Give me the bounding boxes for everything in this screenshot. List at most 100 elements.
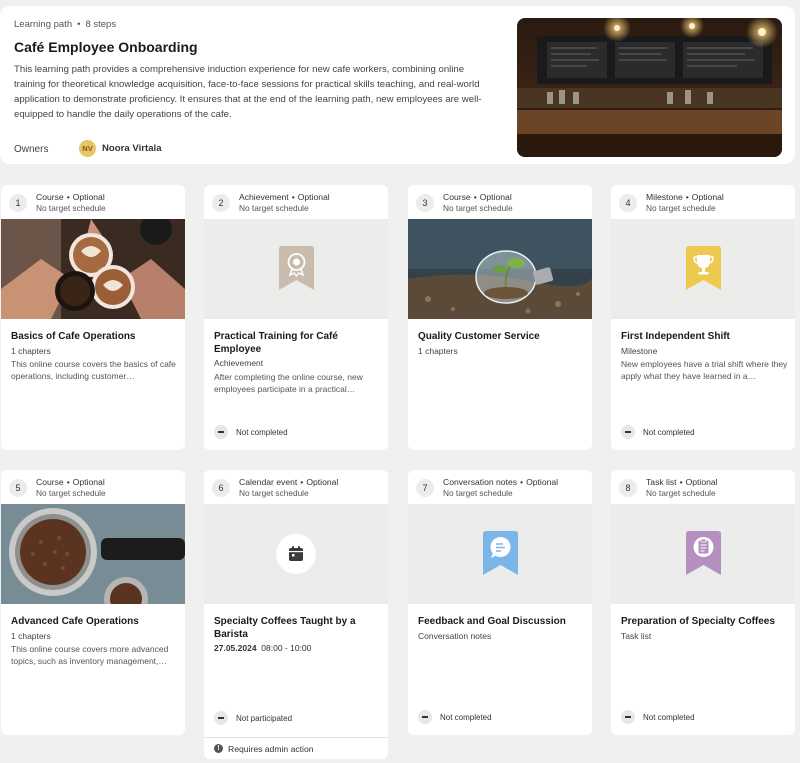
- target-schedule: No target schedule: [443, 488, 513, 498]
- step-card-2[interactable]: 2 Achievement • Optional No target schedul…: [204, 185, 388, 450]
- minus-icon: [214, 711, 228, 725]
- lightbulb-plant-image: [408, 219, 592, 319]
- admin-action-label: Requires admin action: [228, 743, 314, 754]
- checklist-icon: [686, 531, 721, 575]
- status-label: Not completed: [643, 427, 695, 437]
- calendar-event-area: [204, 504, 388, 604]
- cafe-interior-image: [517, 18, 782, 157]
- step-card-header: 8 Task list • Optional No target schedule: [611, 470, 795, 504]
- step-number: 1: [9, 194, 27, 212]
- target-schedule: No target schedule: [36, 488, 106, 498]
- optional-label: Optional: [306, 477, 339, 487]
- calendar-icon: [289, 546, 303, 561]
- target-schedule: No target schedule: [646, 203, 716, 213]
- step-card-4[interactable]: 4 Milestone • Optional No target schedule …: [611, 185, 795, 450]
- status-label: Not completed: [440, 712, 492, 722]
- target-schedule: No target schedule: [443, 203, 513, 213]
- optional-label: Optional: [297, 192, 330, 202]
- optional-label: Optional: [72, 477, 105, 487]
- award-icon: [279, 246, 314, 290]
- event-time: 08:00 - 10:00: [261, 643, 312, 653]
- step-card-header: 1 Course • Optional No target schedule: [1, 185, 185, 219]
- step-subtitle: 1 chapters: [418, 346, 458, 356]
- step-number: 3: [416, 194, 434, 212]
- portafilter-image: [1, 504, 185, 604]
- step-title: First Independent Shift: [621, 331, 730, 342]
- step-subtitle: 1 chapters: [11, 346, 51, 356]
- step-type: Achievement: [239, 192, 289, 202]
- step-card-header: 6 Calendar event • Optional No target sche…: [204, 470, 388, 504]
- step-title: Advanced Cafe Operations: [11, 616, 139, 627]
- step-subtitle: Task list: [621, 631, 652, 641]
- optional-label: Optional: [685, 477, 718, 487]
- step-card-6[interactable]: 6 Calendar event • Optional No target sche…: [204, 470, 388, 737]
- step-description: This online course covers the basics of …: [11, 359, 176, 381]
- step-number: 7: [416, 479, 434, 497]
- step-type: Course: [443, 192, 471, 202]
- step-type: Task list: [646, 477, 677, 487]
- step-subtitle: Milestone: [621, 346, 658, 356]
- step-subtitle: Conversation notes: [418, 631, 492, 641]
- learning-path-description: This learning path provides a comprehens…: [14, 64, 482, 120]
- admin-action-notice: ! Requires admin action: [204, 737, 388, 759]
- minus-icon: [621, 425, 635, 439]
- step-card-header: 5 Course • Optional No target schedule: [1, 470, 185, 504]
- step-number: 5: [9, 479, 27, 497]
- learning-path-type: Learning path: [14, 19, 73, 30]
- trophy-icon: [686, 246, 721, 290]
- step-description: New employees have a trial shift where t…: [621, 359, 788, 381]
- status-label: Not participated: [236, 713, 293, 723]
- step-number: 8: [619, 479, 637, 497]
- owner-name: Noora Virtala: [102, 143, 162, 154]
- step-type: Course: [36, 477, 64, 487]
- completion-status: Not completed: [621, 425, 695, 439]
- milestone-badge-area: [611, 219, 795, 319]
- optional-label: Optional: [691, 192, 724, 202]
- learning-path-header: Learning path • 8 steps Café Employee On…: [0, 6, 795, 164]
- chat-icon: [483, 531, 518, 575]
- completion-status: Not completed: [418, 710, 492, 724]
- optional-label: Optional: [72, 192, 105, 202]
- completion-status: Not completed: [621, 710, 695, 724]
- steps-count: 8 steps: [85, 19, 117, 30]
- minus-icon: [214, 425, 228, 439]
- step-type: Conversation notes: [443, 477, 518, 487]
- coffee-cups-image: [1, 219, 185, 319]
- minus-icon: [418, 710, 432, 724]
- minus-icon: [621, 710, 635, 724]
- conversation-badge-area: [408, 504, 592, 604]
- target-schedule: No target schedule: [239, 488, 309, 498]
- step-title: Feedback and Goal Discussion: [418, 616, 566, 627]
- status-label: Not completed: [643, 712, 695, 722]
- step-description: After completing the online course, new …: [214, 372, 363, 394]
- step-card-8[interactable]: 8 Task list • Optional No target schedule …: [611, 470, 795, 735]
- step-number: 4: [619, 194, 637, 212]
- step-title: Basics of Cafe Operations: [11, 331, 136, 342]
- completion-status: Not completed: [214, 425, 288, 439]
- step-description: This online course covers more advanced …: [11, 644, 169, 666]
- step-card-7[interactable]: 7 Conversation notes • Optional No target …: [408, 470, 592, 735]
- step-type: Course: [36, 192, 64, 202]
- owners-label: Owners: [14, 144, 49, 155]
- step-type: Calendar event: [239, 477, 298, 487]
- step-card-3[interactable]: 3 Course • Optional No target schedule Qua…: [408, 185, 592, 450]
- step-card-1[interactable]: 1 Course • Optional No target schedule Bas…: [1, 185, 185, 450]
- step-card-header: 3 Course • Optional No target schedule: [408, 185, 592, 219]
- page-title: Café Employee Onboarding: [14, 39, 198, 55]
- step-subtitle: Achievement: [214, 358, 264, 368]
- event-datetime: 27.05.2024 08:00 - 10:00: [214, 643, 311, 653]
- optional-label: Optional: [526, 477, 559, 487]
- optional-label: Optional: [479, 192, 512, 202]
- target-schedule: No target schedule: [239, 203, 309, 213]
- owner[interactable]: NV Noora Virtala: [79, 140, 162, 157]
- step-title: Quality Customer Service: [418, 331, 540, 342]
- step-title: Preparation of Specialty Coffees: [621, 616, 775, 627]
- step-subtitle: 1 chapters: [11, 631, 51, 641]
- step-card-5[interactable]: 5 Course • Optional No target schedule Adv…: [1, 470, 185, 735]
- step-card-header: 2 Achievement • Optional No target schedul…: [204, 185, 388, 219]
- achievement-badge-area: [204, 219, 388, 319]
- task-list-badge-area: [611, 504, 795, 604]
- step-number: 2: [212, 194, 230, 212]
- step-title: Specialty Coffees Taught by a Barista: [214, 616, 356, 640]
- status-label: Not completed: [236, 427, 288, 437]
